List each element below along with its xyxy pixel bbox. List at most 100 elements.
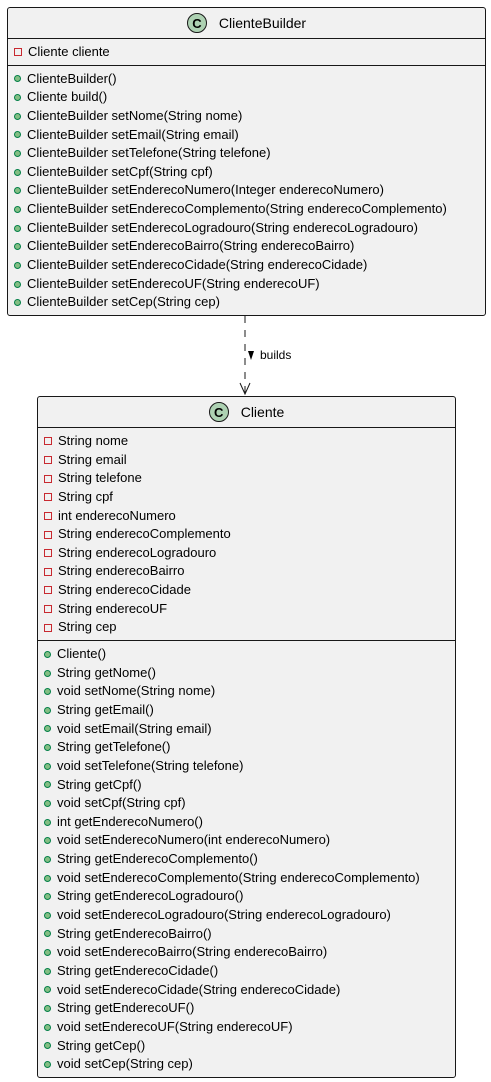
method-row: void setNome(String nome) xyxy=(38,682,455,701)
method-row: String getCpf() xyxy=(38,776,455,795)
attributes-section: Cliente cliente xyxy=(8,39,485,65)
public-visibility-icon xyxy=(44,893,51,901)
private-visibility-icon xyxy=(44,549,52,558)
attribute-text: Cliente cliente xyxy=(28,44,110,59)
method-text: void setEnderecoComplemento(String ender… xyxy=(57,869,420,885)
method-row: ClienteBuilder setNome(String nome) xyxy=(8,107,485,126)
public-visibility-icon xyxy=(14,94,21,102)
public-visibility-icon xyxy=(14,299,21,307)
public-visibility-icon xyxy=(14,187,21,195)
public-visibility-icon xyxy=(44,911,51,919)
method-text: String getEmail() xyxy=(57,701,154,717)
private-visibility-icon xyxy=(44,511,52,520)
method-text: void setCep(String cep) xyxy=(57,1056,193,1072)
attributes-section: String nome String email String telefone St… xyxy=(38,428,455,640)
public-visibility-icon xyxy=(44,930,51,938)
method-row: void setCpf(String cpf) xyxy=(38,794,455,813)
attribute-text: String cep xyxy=(58,619,117,635)
method-row: void setCep(String cep) xyxy=(38,1055,455,1074)
method-row: String getNome() xyxy=(38,664,455,683)
method-row: ClienteBuilder setEnderecoUF(String ende… xyxy=(8,275,485,294)
private-visibility-icon xyxy=(14,48,22,57)
public-visibility-icon xyxy=(44,1060,51,1068)
relation-label: builds xyxy=(260,348,292,362)
attribute-row: String nome xyxy=(38,432,455,451)
method-text: ClienteBuilder setCep(String cep) xyxy=(27,294,220,310)
attribute-row: String enderecoBairro xyxy=(38,562,455,581)
attribute-row: String enderecoUF xyxy=(38,600,455,619)
method-row: ClienteBuilder setEnderecoCidade(String … xyxy=(8,256,485,275)
public-visibility-icon xyxy=(14,243,21,251)
method-row: String getEnderecoUF() xyxy=(38,999,455,1018)
method-text: ClienteBuilder setEnderecoNumero(Integer… xyxy=(27,182,384,198)
private-visibility-icon xyxy=(44,530,52,539)
class-name: Cliente xyxy=(240,404,285,420)
method-row: String getEnderecoComplemento() xyxy=(38,850,455,869)
method-row: ClienteBuilder setEnderecoBairro(String … xyxy=(8,237,485,256)
attribute-text: String telefone xyxy=(58,470,142,486)
method-row: void setEnderecoLogradouro(String endere… xyxy=(38,906,455,925)
private-visibility-icon xyxy=(44,493,52,502)
class-header: C ClienteBuilder xyxy=(8,8,485,39)
private-visibility-icon xyxy=(44,623,52,632)
method-text: ClienteBuilder setEnderecoBairro(String … xyxy=(27,238,355,254)
method-text: void setEnderecoNumero(int enderecoNumer… xyxy=(57,832,331,848)
public-visibility-icon xyxy=(14,150,21,158)
private-visibility-icon xyxy=(44,586,52,595)
method-row: ClienteBuilder setEmail(String email) xyxy=(8,126,485,145)
class-icon: C xyxy=(208,402,229,422)
method-text: ClienteBuilder setEnderecoUF(String ende… xyxy=(27,275,320,291)
public-visibility-icon xyxy=(44,874,51,882)
public-visibility-icon xyxy=(14,280,21,288)
public-visibility-icon xyxy=(44,744,51,752)
public-visibility-icon xyxy=(14,224,21,232)
method-row: ClienteBuilder setTelefone(String telefo… xyxy=(8,144,485,163)
attribute-row: String cep xyxy=(38,618,455,637)
public-visibility-icon xyxy=(44,762,51,770)
attribute-row: String enderecoCidade xyxy=(38,581,455,600)
public-visibility-icon xyxy=(44,688,51,696)
method-row: void setEnderecoUF(String enderecoUF) xyxy=(38,1018,455,1037)
method-text: int getEnderecoNumero() xyxy=(57,813,203,829)
method-text: String getEnderecoCidade() xyxy=(57,962,219,978)
method-row: String getEnderecoBairro() xyxy=(38,925,455,944)
method-text: ClienteBuilder setNome(String nome) xyxy=(27,107,243,123)
public-visibility-icon xyxy=(14,205,21,213)
public-visibility-icon xyxy=(44,725,51,733)
public-visibility-icon xyxy=(14,112,21,120)
method-text: ClienteBuilder setTelefone(String telefo… xyxy=(27,145,271,161)
method-text: ClienteBuilder setEnderecoCidade(String … xyxy=(27,257,368,273)
method-text: void setEnderecoUF(String enderecoUF) xyxy=(57,1018,293,1034)
public-visibility-icon xyxy=(44,706,51,714)
public-visibility-icon xyxy=(14,75,21,83)
method-row: void setEnderecoNumero(int enderecoNumer… xyxy=(38,831,455,850)
attribute-row: String enderecoLogradouro xyxy=(38,544,455,563)
method-text: String getEnderecoUF() xyxy=(57,1000,195,1016)
public-visibility-icon xyxy=(44,650,51,658)
method-row: ClienteBuilder setCpf(String cpf) xyxy=(8,163,485,182)
attribute-row: String cpf xyxy=(38,488,455,507)
method-row: ClienteBuilder setEnderecoNumero(Integer… xyxy=(8,181,485,200)
public-visibility-icon xyxy=(44,837,51,845)
class-name: ClienteBuilder xyxy=(218,15,307,31)
public-visibility-icon xyxy=(44,669,51,677)
public-visibility-icon xyxy=(44,986,51,994)
method-row: String getEnderecoLogradouro() xyxy=(38,887,455,906)
class-clientebuilder[interactable]: C ClienteBuilder Cliente cliente Cliente… xyxy=(7,7,486,316)
method-text: String getCep() xyxy=(57,1037,146,1053)
method-text: Cliente() xyxy=(57,646,107,662)
private-visibility-icon xyxy=(44,474,52,483)
private-visibility-icon xyxy=(44,455,52,464)
method-text: String getEnderecoComplemento() xyxy=(57,851,258,867)
attribute-text: String cpf xyxy=(58,488,113,504)
public-visibility-icon xyxy=(14,261,21,269)
public-visibility-icon xyxy=(44,967,51,975)
method-row: String getEnderecoCidade() xyxy=(38,962,455,981)
class-cliente[interactable]: C Cliente String nome String email String … xyxy=(37,396,456,1078)
attribute-text: String enderecoCidade xyxy=(58,582,191,598)
method-row: ClienteBuilder setEnderecoLogradouro(Str… xyxy=(8,219,485,238)
attribute-text: String enderecoBairro xyxy=(58,563,185,579)
attribute-text: String email xyxy=(58,451,127,467)
method-text: ClienteBuilder setEnderecoLogradouro(Str… xyxy=(27,219,418,235)
direction-triangle-icon xyxy=(248,351,254,360)
